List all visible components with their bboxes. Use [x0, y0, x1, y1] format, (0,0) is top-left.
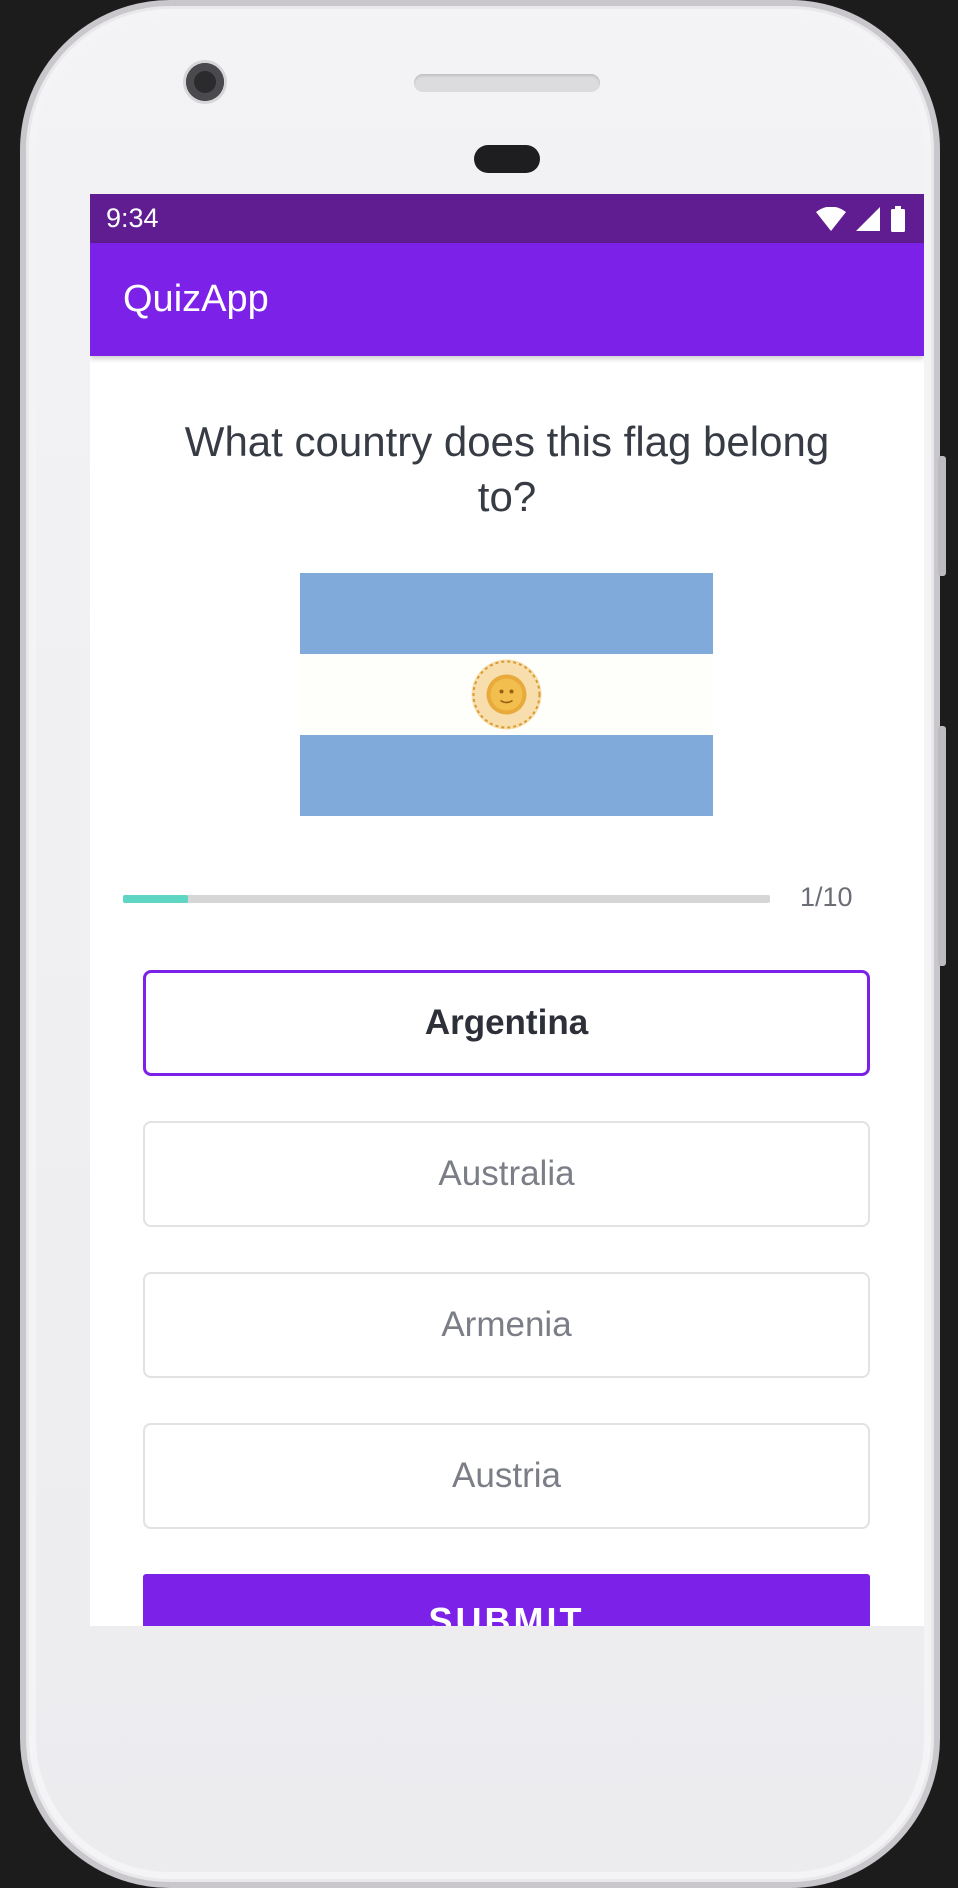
- option-label: Argentina: [424, 1003, 589, 1042]
- earpiece-speaker: [414, 74, 600, 92]
- sun-of-may-icon: [471, 659, 542, 730]
- wifi-icon: [816, 206, 846, 231]
- option-armenia[interactable]: Armenia: [143, 1272, 870, 1378]
- power-button: [938, 456, 946, 576]
- argentina-flag-icon: [300, 573, 713, 816]
- app-bar: QuizApp: [90, 243, 924, 356]
- front-camera: [186, 63, 224, 101]
- status-time: 9:34: [106, 203, 159, 233]
- app-title: QuizApp: [123, 278, 269, 320]
- quiz-progress-fill: [123, 895, 188, 903]
- app-screen: 9:34 QuizApp What country does this flag…: [90, 194, 924, 1626]
- status-icons: [816, 205, 906, 232]
- option-label: Austria: [452, 1456, 561, 1495]
- question-text: What country does this flag belong to?: [184, 418, 830, 520]
- volume-button: [938, 726, 946, 966]
- option-austria[interactable]: Austria: [143, 1423, 870, 1529]
- status-bar: 9:34: [90, 194, 924, 243]
- proximity-sensor: [474, 145, 540, 173]
- battery-icon: [891, 205, 905, 232]
- option-label: Armenia: [441, 1305, 572, 1344]
- option-argentina[interactable]: Argentina: [143, 970, 870, 1076]
- progress-label: 1/10: [800, 882, 853, 912]
- signal-icon: [856, 206, 880, 231]
- option-label: Australia: [438, 1154, 575, 1193]
- option-australia[interactable]: Australia: [143, 1121, 870, 1227]
- phone-frame: 9:34 QuizApp What country does this flag…: [20, 0, 946, 1888]
- submit-button[interactable]: SUBMIT: [143, 1574, 870, 1626]
- quiz-progress-bar: [123, 895, 770, 903]
